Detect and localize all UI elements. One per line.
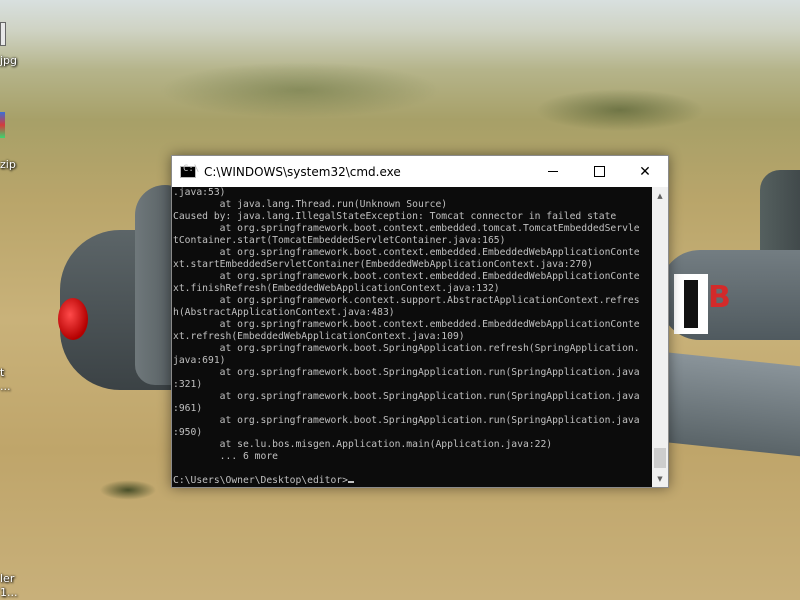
cmd-app-icon[interactable]: C:\	[180, 164, 199, 178]
cmd-window[interactable]: C:\ C:\WINDOWS\system32\cmd.exe ✕ .java:…	[171, 155, 669, 488]
console-line: at org.springframework.boot.context.embe…	[173, 319, 640, 330]
desktop-icon-label: t	[0, 366, 5, 379]
console-line: xt.startEmbeddedServletContainer(Embedde…	[173, 259, 593, 270]
desktop-icon-zip[interactable]	[0, 112, 5, 138]
desktop-icon-label: zip	[0, 158, 16, 171]
desktop-icon-label: ler	[0, 572, 15, 585]
console-line: :950)	[173, 427, 203, 438]
archive-icon	[0, 112, 5, 138]
window-title: C:\WINDOWS\system32\cmd.exe	[204, 164, 401, 179]
console-line: at org.springframework.boot.SpringApplic…	[173, 415, 640, 426]
console-line: at org.springframework.boot.context.embe…	[173, 223, 640, 234]
console-line: :321)	[173, 379, 203, 390]
plane-letter-marking: B	[708, 280, 731, 315]
desktop-icon-label: 1...	[0, 586, 18, 599]
console-line: at org.springframework.boot.context.embe…	[173, 271, 640, 282]
scroll-thumb[interactable]	[654, 448, 666, 468]
console-line: xt.refresh(EmbeddedWebApplicationContext…	[173, 331, 465, 342]
console-line: h(AbstractApplicationContext.java:483)	[173, 307, 395, 318]
console-line: at org.springframework.context.support.A…	[173, 295, 640, 306]
scroll-down-arrow-icon[interactable]: ▼	[652, 470, 668, 487]
title-bar[interactable]: C:\ C:\WINDOWS\system32\cmd.exe ✕	[172, 156, 668, 187]
console-line: at org.springframework.boot.SpringApplic…	[173, 391, 640, 402]
vertical-scrollbar[interactable]: ▲ ▼	[652, 187, 668, 487]
console-line: java:691)	[173, 355, 226, 366]
minimize-button[interactable]	[530, 156, 576, 187]
console-output[interactable]: .java:53) at java.lang.Thread.run(Unknow…	[172, 187, 652, 487]
console-text: .java:53) at java.lang.Thread.run(Unknow…	[172, 187, 652, 487]
maximize-icon	[593, 166, 605, 177]
console-line: at java.lang.Thread.run(Unknown Source)	[173, 199, 448, 210]
console-line: Caused by: java.lang.IllegalStateExcepti…	[173, 211, 617, 222]
cross-marking	[674, 274, 708, 334]
console-line: .java:53)	[173, 187, 226, 198]
maximize-button[interactable]	[576, 156, 622, 187]
aircraft-wing-right	[660, 351, 800, 459]
desktop-icon-jpg[interactable]	[0, 22, 6, 46]
console-line: at org.springframework.boot.SpringApplic…	[173, 343, 640, 354]
console-line: at org.springframework.boot.SpringApplic…	[173, 367, 640, 378]
desktop-icon-label: jpg	[0, 54, 18, 67]
command-prompt: C:\Users\Owner\Desktop\editor>	[173, 475, 652, 487]
console-line: xt.finishRefresh(EmbeddedWebApplicationC…	[173, 283, 500, 294]
image-file-icon	[0, 22, 6, 46]
console-line: tContainer.start(TomcatEmbeddedServletCo…	[173, 235, 506, 246]
console-line: at org.springframework.boot.context.embe…	[173, 247, 640, 258]
close-button[interactable]: ✕	[622, 156, 668, 187]
propeller-spinner	[58, 298, 88, 340]
console-line: :961)	[173, 403, 203, 414]
desktop-icon-label: ...	[0, 380, 11, 393]
console-line: ... 6 more	[173, 451, 278, 462]
console-line: at se.lu.bos.misgen.Application.main(App…	[173, 439, 553, 450]
minimize-icon	[548, 171, 558, 172]
scroll-up-arrow-icon[interactable]: ▲	[652, 187, 668, 204]
text-cursor	[347, 481, 354, 483]
close-icon: ✕	[639, 163, 651, 180]
